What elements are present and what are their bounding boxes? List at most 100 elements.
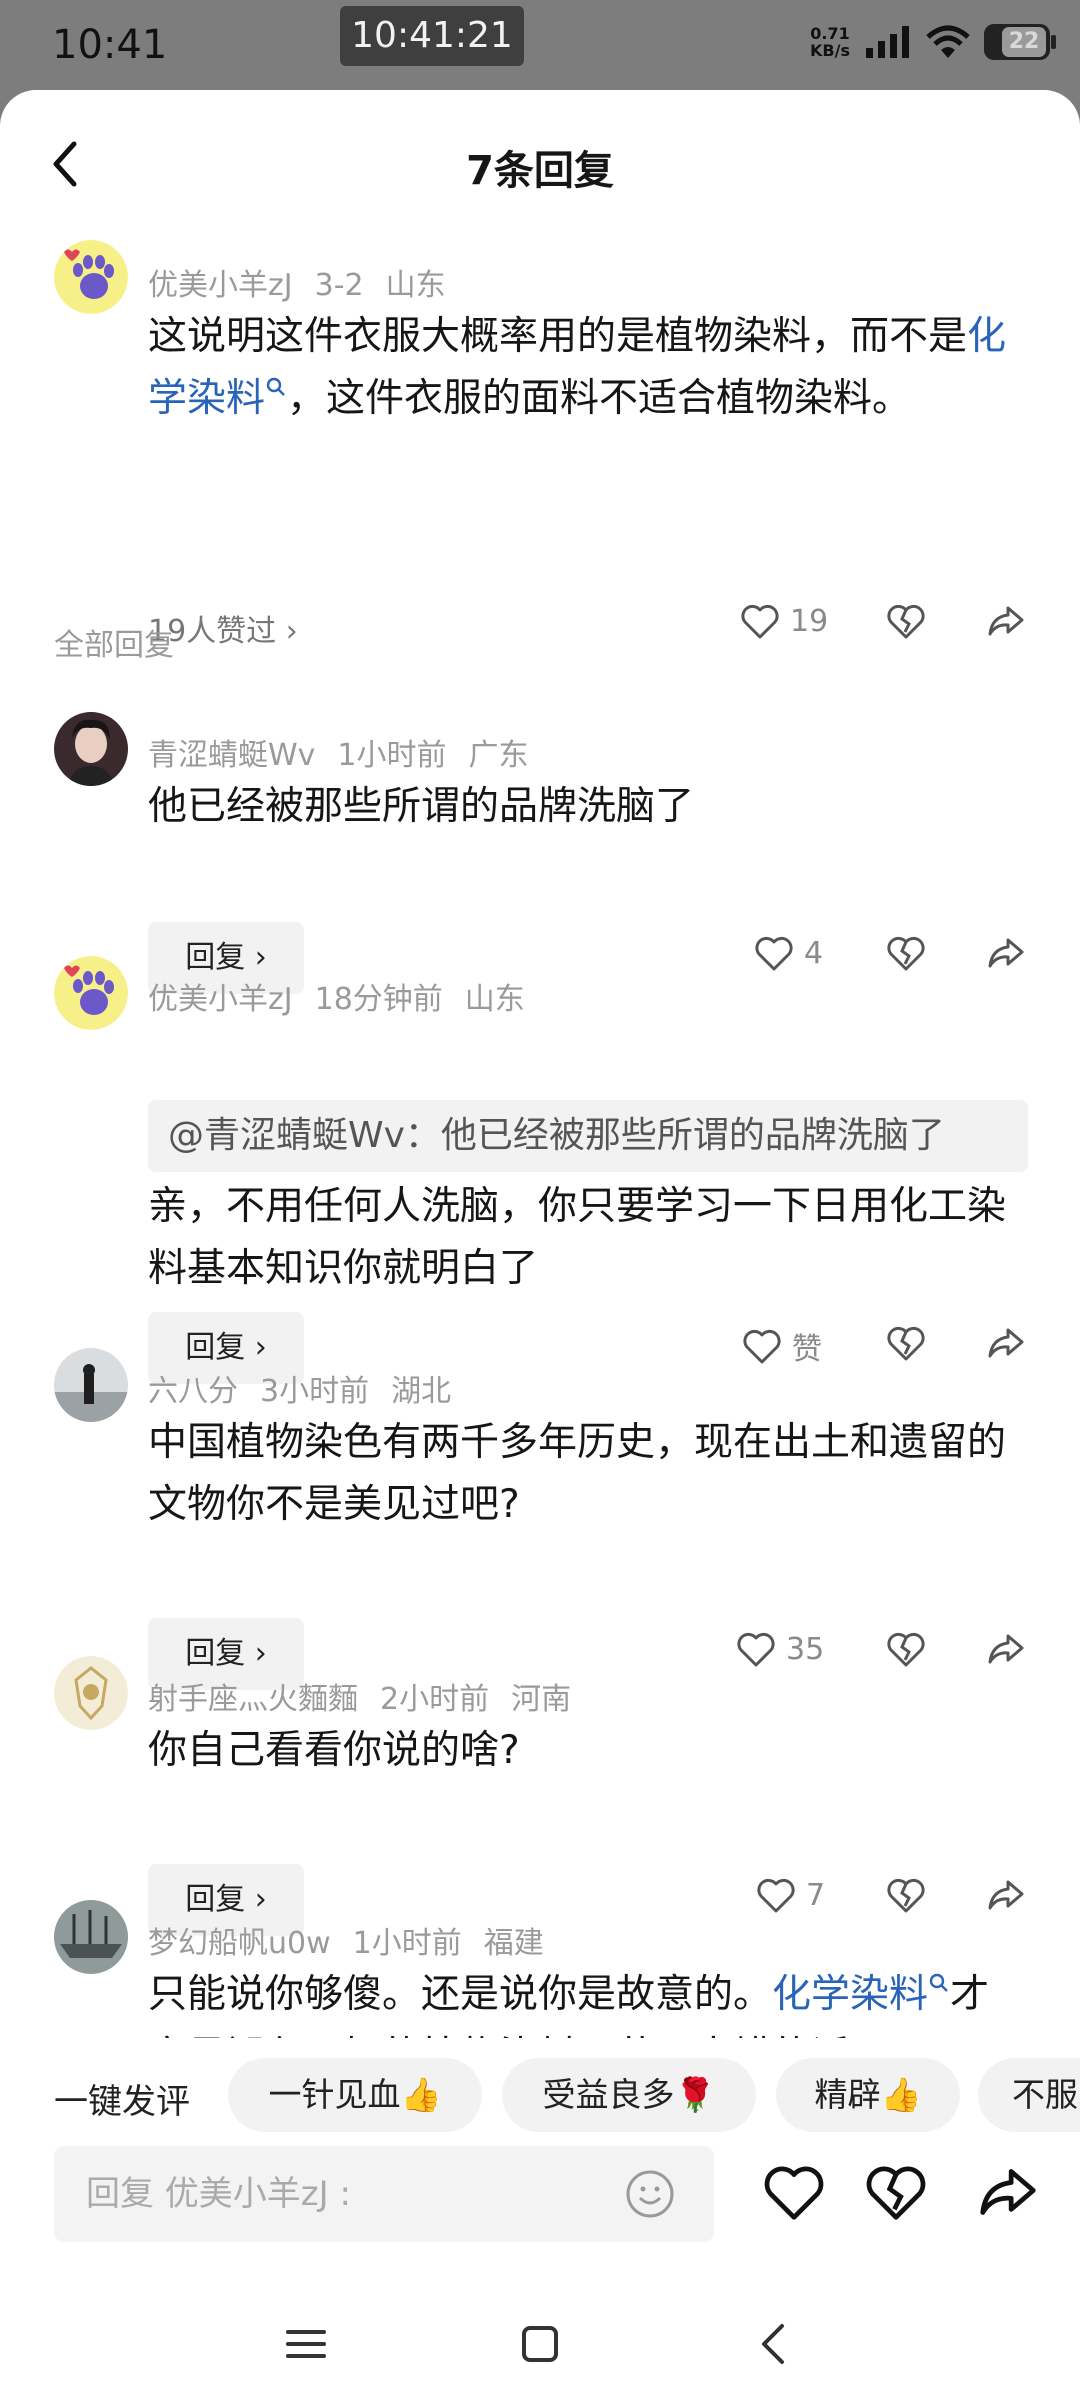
nav-back-button[interactable]	[744, 2314, 804, 2374]
dislike-post-button[interactable]	[864, 2162, 928, 2226]
battery-level: 22	[1002, 27, 1046, 57]
location: 广东	[468, 738, 529, 773]
reply-time: 2小时前	[380, 1682, 490, 1717]
home-button[interactable]	[510, 2314, 570, 2374]
share-button[interactable]	[986, 602, 1026, 640]
broken-heart-icon	[887, 604, 925, 639]
dislike-button[interactable]	[886, 1324, 926, 1362]
avatar[interactable]	[54, 956, 128, 1030]
net-speed-value: 0.71	[810, 24, 850, 43]
heart-icon	[755, 936, 793, 971]
username[interactable]: 梦幻船帆u0w	[148, 1926, 331, 1961]
reply-text: 你自己看看你说的啥?	[148, 1728, 520, 1773]
quick-comment-bar: 一键发评 一针见血👍 受益良多🌹 精辟👍 不服	[0, 2058, 1080, 2138]
reply-meta: 梦幻船帆u0w 1小时前 福建	[148, 1918, 566, 1962]
quick-chip[interactable]: 不服	[978, 2058, 1080, 2132]
heart-icon	[743, 1329, 781, 1364]
emblem-avatar-icon	[54, 1656, 128, 1730]
avatar[interactable]	[54, 1900, 128, 1974]
reply-text: 只能说你够傻。还是说你是故意的。化学染料才容易褪色，好的植物染料工艺不出错的话	[148, 1964, 1018, 2038]
reply-meta: 青涩蜻蜓Wv 1小时前 广东	[148, 730, 551, 774]
broken-heart-icon	[887, 1326, 925, 1361]
like-post-button[interactable]	[762, 2162, 826, 2226]
avatar[interactable]	[54, 240, 128, 314]
text-after-link: ，这件衣服的面料不适合植物染料。	[287, 376, 912, 421]
status-bar: 10:41 10:41:21 0.71 KB/s 22	[0, 0, 1080, 90]
avatar[interactable]	[54, 712, 128, 786]
location: 湖北	[391, 1374, 452, 1409]
avatar[interactable]	[54, 1348, 128, 1422]
quick-comment-label: 一键发评	[54, 2082, 190, 2122]
nav-back-icon	[762, 2324, 784, 2364]
share-button[interactable]	[986, 1324, 1026, 1362]
landscape-avatar-icon	[54, 1348, 128, 1422]
share-arrow-icon	[980, 2169, 1036, 2215]
smiley-icon	[626, 2170, 674, 2218]
sheet-header: 7条回复	[0, 90, 1080, 236]
share-post-button[interactable]	[976, 2162, 1040, 2226]
heart-icon	[741, 604, 779, 639]
quick-chip[interactable]: 受益良多🌹	[502, 2058, 756, 2132]
like-button[interactable]: 35	[736, 1630, 824, 1668]
signal-icon	[866, 26, 909, 58]
square-home-icon	[522, 2326, 558, 2362]
heart-icon	[764, 2166, 824, 2220]
quick-chip[interactable]: 精辟👍	[776, 2058, 960, 2132]
comment-meta: 优美小羊zJ 3-2 山东	[148, 260, 468, 304]
paw-avatar-icon	[54, 240, 128, 314]
net-speed: 0.71 KB/s	[810, 25, 850, 59]
system-nav-bar	[0, 2290, 1080, 2400]
paw-avatar-icon	[54, 956, 128, 1030]
reply-meta: 优美小羊zJ 18分钟前 山东	[148, 974, 547, 1018]
username[interactable]: 青涩蜻蜓Wv	[148, 738, 315, 773]
like-button[interactable]: 4	[754, 934, 823, 972]
comment-text: 这说明这件衣服大概率用的是植物染料，而不是化学染料 ，这件衣服的面料不适合植物染料…	[148, 306, 1018, 430]
avatar[interactable]	[54, 1656, 128, 1730]
menu-icon	[286, 2330, 326, 2358]
quick-chip[interactable]: 一针见血👍	[228, 2058, 482, 2132]
username[interactable]: 射手座灬火麵麵	[148, 1682, 358, 1717]
broken-heart-icon	[866, 2166, 926, 2220]
search-link[interactable]: 化学染料	[772, 1972, 950, 2017]
boat-avatar-icon	[54, 1900, 128, 1974]
page-title: 7条回复	[466, 148, 614, 194]
like-button[interactable]: 赞	[742, 1324, 822, 1368]
emoji-button[interactable]	[624, 2168, 676, 2220]
share-button[interactable]	[986, 934, 1026, 972]
location: 山东	[385, 268, 446, 303]
like-button[interactable]: 19	[740, 602, 828, 640]
reply-time: 18分钟前	[314, 982, 443, 1017]
username[interactable]: 六八分	[148, 1374, 238, 1409]
share-arrow-icon	[988, 1634, 1024, 1664]
share-arrow-icon	[988, 606, 1024, 636]
quoted-reply: @青涩蜻蜓Wv：他已经被那些所谓的品牌洗脑了	[148, 1100, 1028, 1172]
like-count: 35	[786, 1631, 825, 1667]
heart-icon	[737, 1632, 775, 1667]
reply-input[interactable]: 回复 优美小羊zJ :	[54, 2146, 714, 2242]
dislike-button[interactable]	[886, 602, 926, 640]
menu-button[interactable]	[276, 2314, 336, 2374]
replies-sheet: 7条回复 优美小羊zJ 3-2 山东 这说明这件衣服大概率用的是植物染料，而不是化学…	[0, 90, 1080, 2400]
reply-text: 中国植物染色有两千多年历史，现在出土和遗留的文物你不是美见过吧?	[148, 1420, 1007, 1527]
like-count: 19	[790, 603, 829, 639]
battery-icon: 22	[984, 24, 1056, 60]
status-icons: 0.71 KB/s 22	[810, 24, 1056, 60]
broken-heart-icon	[887, 1632, 925, 1667]
username[interactable]: 优美小羊zJ	[148, 982, 293, 1017]
text-before-link: 只能说你够傻。还是说你是故意的。	[148, 1972, 773, 2017]
wifi-icon	[926, 25, 970, 58]
person-avatar-icon	[54, 712, 128, 786]
dislike-button[interactable]	[886, 1630, 926, 1668]
reply-item: 梦幻船帆u0w 1小时前福建 只能说你够傻。还是说你是故意的。化学染料才容易褪色，…	[0, 1900, 1080, 2038]
reply-time: 1小时前	[352, 1926, 462, 1961]
dislike-button[interactable]	[886, 934, 926, 972]
reply-text: 亲，不用任何人洗脑，你只要学习一下日用化工染料基本知识你就明白了	[148, 1184, 1007, 1291]
section-label: 全部回复	[54, 628, 174, 663]
reply-time: 1小时前	[337, 738, 447, 773]
username[interactable]: 优美小羊zJ	[148, 268, 293, 303]
share-button[interactable]	[986, 1630, 1026, 1668]
search-icon	[266, 377, 285, 396]
location: 福建	[483, 1926, 544, 1961]
text-before-link: 这说明这件衣服大概率用的是植物染料，而不是	[148, 314, 968, 359]
location: 山东	[464, 982, 525, 1017]
